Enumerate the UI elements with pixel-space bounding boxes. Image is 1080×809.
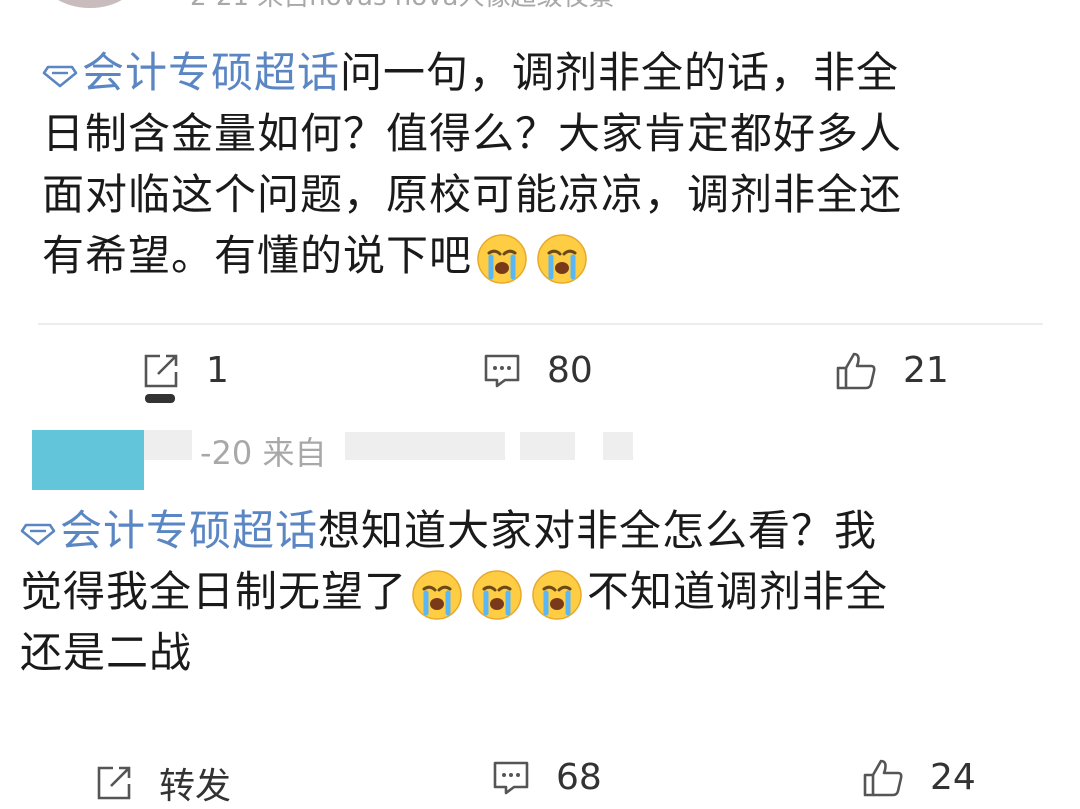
comment-icon bbox=[484, 354, 520, 387]
repost-icon bbox=[97, 766, 131, 800]
like-count: 24 bbox=[930, 757, 976, 798]
repost-icon bbox=[144, 354, 178, 387]
post-line: 日制含金量如何？值得么？大家肯定都好多人 bbox=[42, 109, 903, 158]
super-topic-icon bbox=[20, 523, 56, 545]
redaction bbox=[520, 432, 575, 460]
crying-emoji bbox=[537, 233, 587, 284]
comment-button[interactable]: 68 bbox=[492, 757, 602, 798]
topic-label: 会计专硕超话 bbox=[82, 48, 341, 97]
thumbs-up-icon bbox=[863, 759, 903, 796]
repost-label: 转发 bbox=[159, 766, 232, 807]
avatar[interactable] bbox=[40, 0, 140, 8]
post-line: 面对临这个问题，原校可能凉凉，调剂非全还 bbox=[42, 170, 903, 219]
repost-button[interactable]: 转发 bbox=[95, 757, 231, 809]
post-line-text: 问一句，调剂非全的话，非全 bbox=[340, 48, 900, 97]
redaction bbox=[144, 430, 192, 460]
post-body: 会计专硕超话问一句，调剂非全的话，非全 日制含金量如何？值得么？大家肯定都好多人… bbox=[42, 42, 1062, 286]
avatar[interactable] bbox=[32, 430, 144, 490]
post-line: 会计专硕超话想知道大家对非全怎么看？我 bbox=[20, 500, 1070, 561]
like-button[interactable]: 24 bbox=[862, 757, 976, 798]
redaction bbox=[603, 432, 633, 460]
like-button[interactable]: 21 bbox=[835, 350, 949, 391]
post-line-text: 不知道调剂非全 bbox=[587, 567, 889, 616]
repost-count: 1 bbox=[206, 350, 229, 391]
topic-link[interactable]: 会计专硕超话 bbox=[20, 506, 318, 555]
comment-button[interactable]: 80 bbox=[483, 350, 593, 391]
scroll-indicator bbox=[145, 394, 175, 403]
post-body: 会计专硕超话想知道大家对非全怎么看？我 觉得我全日制无望了 不知道调剂非全 还是二… bbox=[20, 500, 1070, 683]
post-line-text: 觉得我全日制无望了 bbox=[20, 567, 408, 616]
topic-label: 会计专硕超话 bbox=[60, 506, 319, 555]
comment-icon bbox=[493, 761, 529, 794]
repost-button[interactable]: 1 bbox=[142, 350, 229, 391]
redaction bbox=[345, 432, 505, 460]
crying-emoji bbox=[477, 233, 527, 284]
comment-count: 80 bbox=[547, 350, 593, 391]
post-meta: -20 来自 bbox=[200, 434, 327, 472]
topic-link[interactable]: 会计专硕超话 bbox=[42, 48, 340, 97]
post-line: 觉得我全日制无望了 不知道调剂非全 bbox=[20, 561, 1070, 622]
crying-emoji bbox=[412, 569, 462, 620]
post-line: 还是二战 bbox=[20, 628, 193, 677]
post-line-text: 想知道大家对非全怎么看？我 bbox=[318, 506, 878, 555]
like-count: 21 bbox=[903, 350, 949, 391]
post-line: 会计专硕超话问一句，调剂非全的话，非全 bbox=[42, 42, 1062, 103]
super-topic-icon bbox=[42, 65, 78, 87]
thumbs-up-icon bbox=[836, 352, 876, 389]
crying-emoji bbox=[472, 569, 522, 620]
post-line: 有希望。有懂的说下吧 bbox=[42, 225, 1062, 286]
crying-emoji bbox=[532, 569, 582, 620]
post-meta: 2-21 来自novas nova人像超级夜景 bbox=[190, 0, 615, 13]
post-line-text: 有希望。有懂的说下吧 bbox=[42, 231, 473, 280]
comment-count: 68 bbox=[556, 757, 602, 798]
divider bbox=[38, 323, 1043, 325]
